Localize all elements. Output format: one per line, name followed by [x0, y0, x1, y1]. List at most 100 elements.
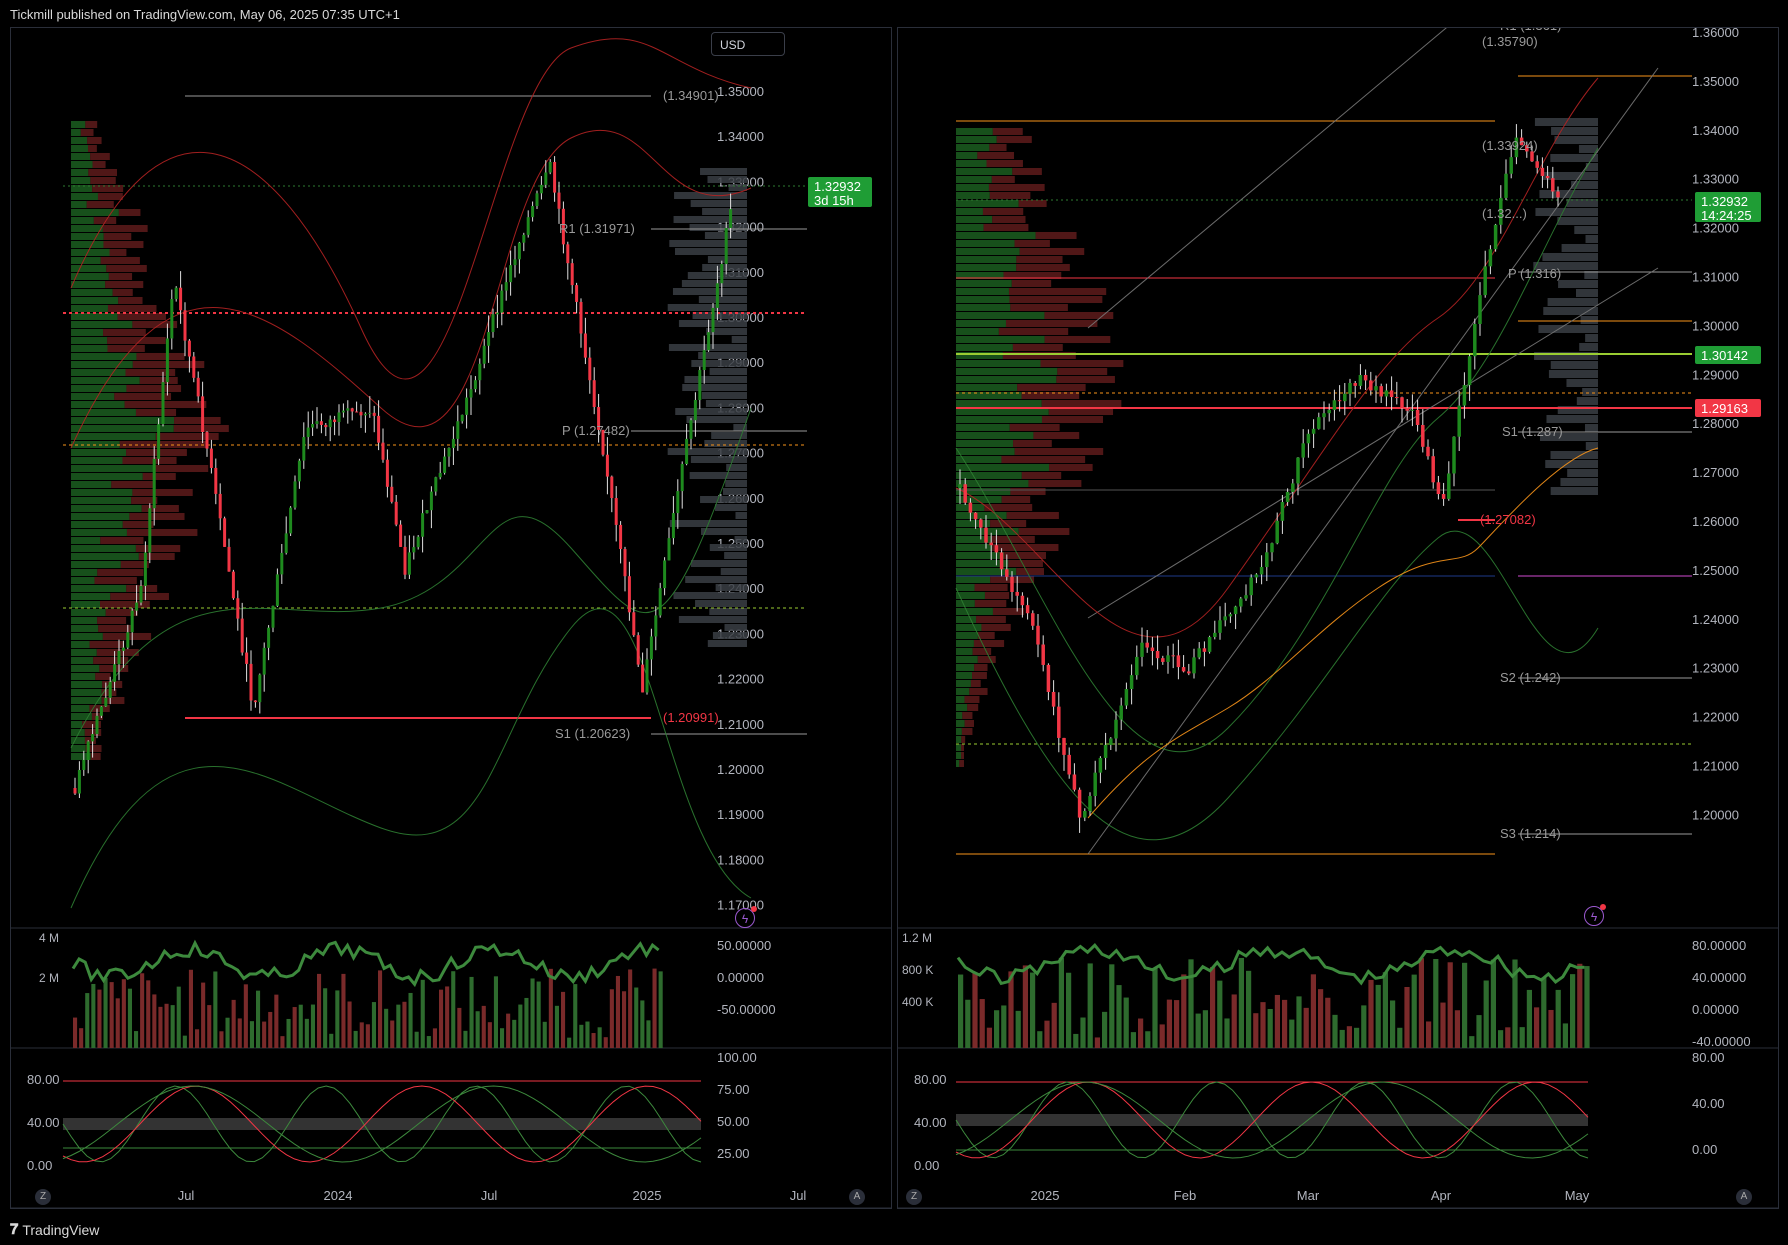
volume-profile-bar	[71, 129, 81, 136]
volume-profile-bar	[1579, 343, 1598, 351]
candle-body	[104, 697, 108, 707]
volume-bar	[530, 978, 535, 1048]
left-chart-canvas[interactable]: 1.350001.340001.330001.320001.310001.300…	[11, 28, 891, 1209]
candle-body	[671, 513, 675, 539]
volume-profile-bar	[71, 257, 101, 264]
volume-bar	[1224, 1018, 1230, 1048]
time-axis-label: 2025	[1031, 1188, 1060, 1203]
volume-profile-bar	[71, 513, 130, 520]
candle-body	[1239, 598, 1243, 607]
candle-body	[311, 424, 315, 428]
price-axis-label: 1.19000	[717, 807, 764, 822]
candle-body	[1114, 719, 1118, 739]
volume-profile-bar	[1018, 528, 1070, 535]
candle-body	[614, 498, 618, 525]
volume-profile-bar	[1576, 397, 1598, 405]
alert-bolt-icon[interactable]: ϟ	[735, 906, 757, 928]
volume-bar	[384, 1008, 389, 1048]
volume-bar	[1548, 1009, 1554, 1048]
volume-bar	[1202, 1010, 1208, 1048]
auto-scale-button[interactable]: A	[849, 1189, 865, 1205]
volume-profile-bar	[71, 585, 127, 592]
volume-profile-bar	[71, 665, 100, 672]
candle-body	[973, 512, 978, 520]
volume-bar	[1368, 979, 1374, 1048]
volume-bar	[243, 984, 248, 1048]
volume-profile-bar	[71, 313, 118, 320]
stoch-axis-label: 40.00	[914, 1115, 947, 1130]
volume-profile-bar	[956, 216, 993, 223]
candle-body	[284, 533, 288, 553]
right-chart-panel[interactable]: 1.36000 1.35000 1.34000 1.33000 1.32000 1.310…	[897, 17, 1779, 1209]
volume-profile-bar	[1574, 226, 1598, 234]
tradingview-logo[interactable]: 𝟕 TradingView	[10, 1221, 99, 1238]
candle-body	[610, 476, 614, 499]
volume-bar	[1260, 1002, 1266, 1048]
volume-profile-bar	[71, 321, 133, 328]
price-axis-label: 1.31000	[1692, 270, 1739, 285]
volume-profile-bar	[1547, 298, 1598, 306]
volume-bar	[965, 999, 971, 1048]
volume-profile-bar	[689, 472, 747, 479]
candle-body	[1192, 657, 1196, 674]
volume-bar	[451, 971, 456, 1048]
candle-body	[1072, 774, 1077, 790]
candle-body	[1083, 810, 1087, 818]
volume-bar	[585, 1021, 590, 1048]
zoom-button[interactable]: Z	[906, 1189, 922, 1205]
volume-profile-bar	[71, 377, 140, 384]
candle-body	[161, 382, 165, 425]
volume-profile-bar	[112, 289, 133, 296]
right-chart-canvas[interactable]: 1.360001.350001.340001.330001.320001.310…	[898, 17, 1778, 1209]
candle-body	[1015, 591, 1019, 596]
volume-profile-bar	[689, 224, 747, 231]
volume-profile-bar	[1580, 316, 1598, 324]
candle-body	[1436, 482, 1441, 495]
volume-bar	[268, 1011, 273, 1048]
left-chart-panel[interactable]: 1.350001.340001.330001.320001.310001.300…	[10, 27, 892, 1209]
volume-bar	[958, 974, 964, 1048]
volume-profile-bar	[709, 544, 747, 551]
candle-body	[1020, 595, 1025, 606]
alert-bolt-icon[interactable]: ϟ	[1584, 904, 1606, 926]
candle-body	[218, 493, 222, 519]
candle-body	[315, 421, 319, 425]
candle-body	[368, 412, 372, 414]
volume-bar	[121, 979, 126, 1048]
candle-body	[117, 650, 121, 665]
volume-profile-bar	[71, 497, 132, 504]
candle-body	[729, 209, 733, 229]
candle-body	[1010, 576, 1014, 592]
volume-profile-bar	[672, 288, 747, 295]
volume-profile-bar	[88, 169, 118, 176]
candle-body	[1457, 405, 1461, 437]
volume-bar	[353, 1030, 358, 1048]
oscillator-axis-label: -40.00000	[1692, 1034, 1751, 1049]
zoom-button[interactable]: Z	[35, 1189, 51, 1205]
volume-profile-bar	[1006, 512, 1059, 519]
candle-body	[289, 507, 293, 534]
auto-scale-button[interactable]: A	[1736, 1189, 1752, 1205]
volume-profile-bar	[725, 480, 747, 487]
volume-bar	[134, 1031, 139, 1048]
volume-profile-bar	[956, 760, 960, 767]
volume-profile-bar	[1009, 424, 1060, 431]
band-line	[1087, 17, 1459, 329]
volume-profile-bar	[1035, 232, 1077, 239]
volume-bar	[85, 993, 90, 1048]
volume-bar	[475, 1011, 480, 1048]
volume-bar	[115, 998, 120, 1048]
volume-bar	[1570, 974, 1576, 1048]
pivot-label: R1 (1.361)	[1500, 28, 1561, 33]
volume-bar	[1001, 1005, 1007, 1048]
candle-body	[963, 484, 967, 503]
candle-body	[979, 519, 983, 528]
volume-profile-bar	[956, 256, 1017, 263]
volume-profile-bar	[678, 616, 747, 623]
candle-body	[487, 332, 491, 346]
currency-selector[interactable]: USD	[711, 32, 785, 56]
volume-profile-bar	[100, 537, 144, 544]
volume-profile-bar	[956, 440, 1014, 447]
candle-body	[1322, 413, 1326, 418]
candle-body	[214, 467, 218, 494]
